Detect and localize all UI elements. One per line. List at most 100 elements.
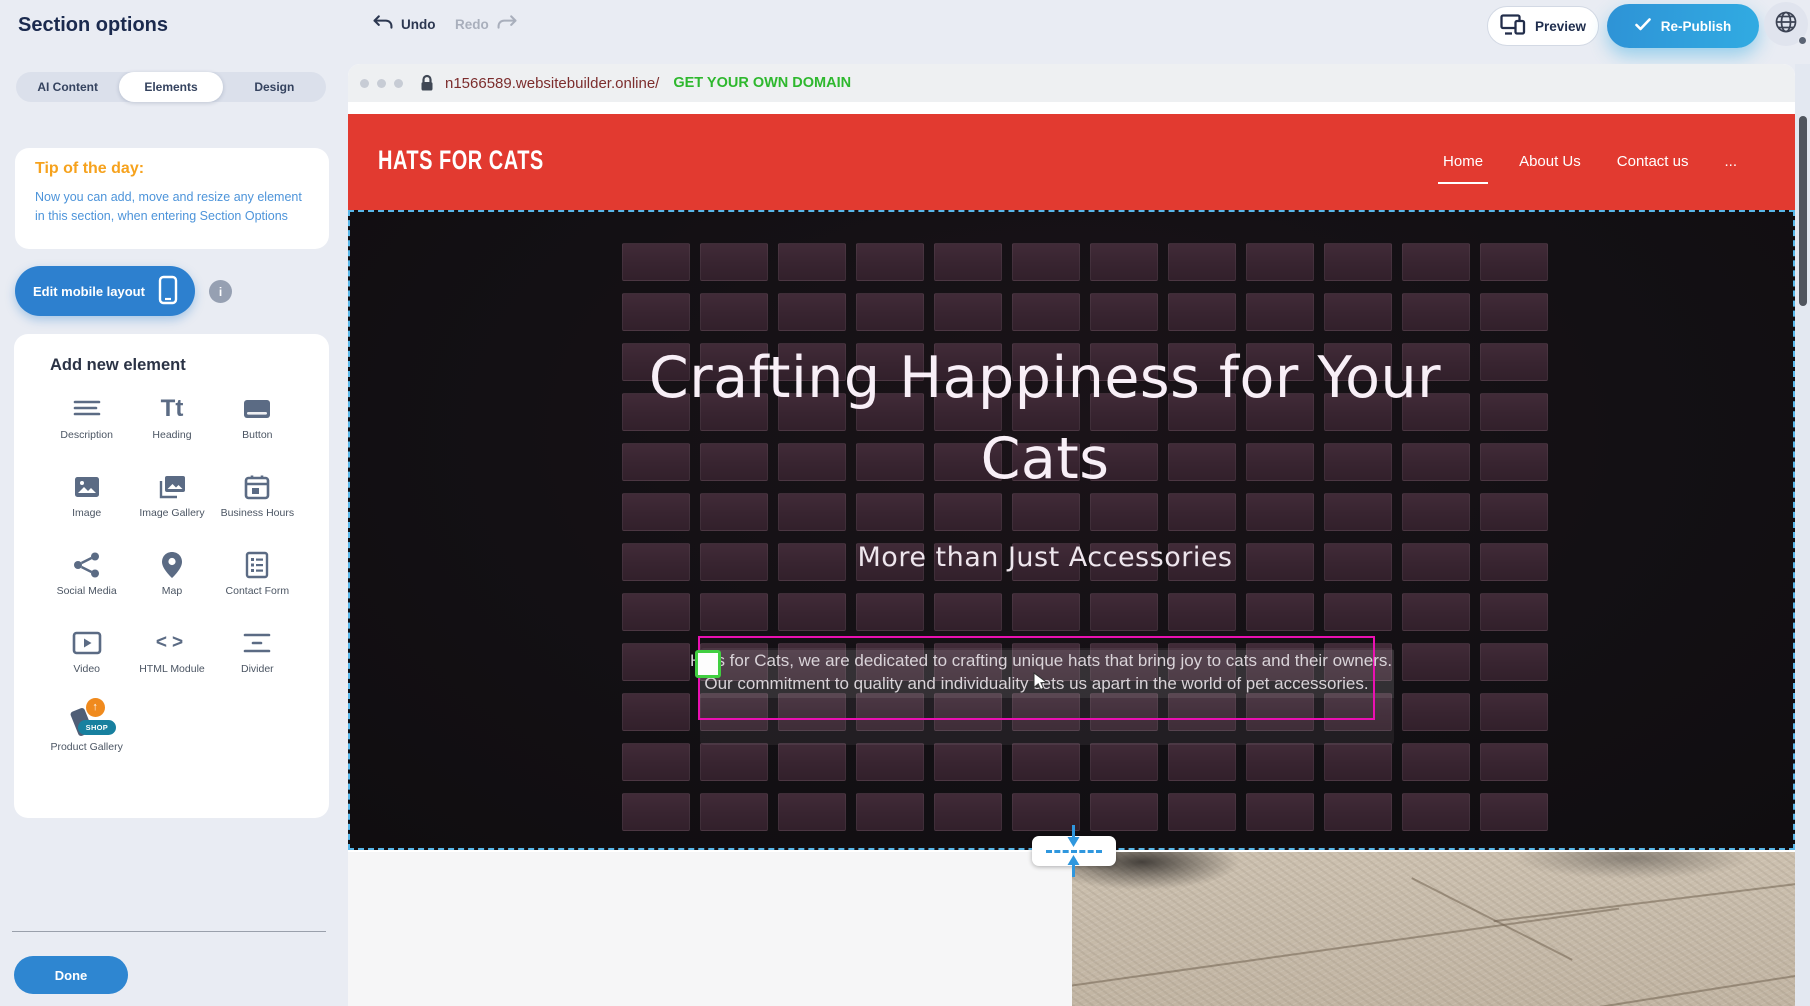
undo-button[interactable]: Undo	[372, 15, 436, 33]
element-contact-form[interactable]: Contact Form	[215, 548, 300, 612]
hero-tile	[700, 793, 768, 831]
tab-elements[interactable]: Elements	[119, 72, 222, 102]
arrow-up-icon	[1066, 854, 1081, 883]
info-icon[interactable]: i	[209, 280, 232, 303]
element-label: Heading	[152, 428, 191, 442]
nav-home[interactable]: Home	[1443, 153, 1483, 172]
element-divider[interactable]: Divider	[215, 626, 300, 690]
hero-tile	[700, 243, 768, 281]
html-module-icon: <>	[156, 626, 188, 660]
hero-tile	[778, 743, 846, 781]
element-label: Map	[162, 584, 182, 598]
preview-label: Preview	[1535, 19, 1586, 34]
nav-more[interactable]: ...	[1724, 153, 1737, 172]
hero-tile	[1012, 593, 1080, 631]
devices-icon	[1500, 14, 1526, 38]
hero-tile	[1168, 793, 1236, 831]
business-hours-icon	[243, 470, 271, 504]
element-label: Description	[60, 428, 113, 442]
element-label: Image	[72, 506, 101, 520]
element-button[interactable]: Button	[215, 392, 300, 456]
element-label: Video	[73, 662, 100, 676]
done-label: Done	[55, 968, 88, 983]
product-gallery-icon: ↑SHOP	[65, 704, 109, 738]
tip-body: Now you can add, move and resize any ele…	[35, 188, 311, 227]
hero-tile	[1246, 793, 1314, 831]
site-header[interactable]: HATS FOR CATS Home About Us Contact us...	[348, 114, 1795, 210]
hero-tile	[1402, 793, 1470, 831]
phone-icon	[157, 275, 179, 308]
hero-tile	[1480, 743, 1548, 781]
edit-mobile-layout-label: Edit mobile layout	[33, 284, 145, 299]
hero-tile	[622, 293, 690, 331]
element-heading[interactable]: TtHeading	[129, 392, 214, 456]
arrow-down-icon	[1066, 824, 1081, 853]
hero-tile	[1090, 743, 1158, 781]
nav-contact-us[interactable]: Contact us	[1617, 153, 1689, 172]
republish-button[interactable]: Re-Publish	[1607, 4, 1759, 48]
element-resize-handle[interactable]	[695, 650, 721, 678]
globe-icon	[1774, 10, 1798, 39]
site-url: n1566589.websitebuilder.online/	[445, 75, 659, 92]
redo-button[interactable]: Redo	[455, 15, 518, 33]
browser-url-bar: n1566589.websitebuilder.online/ GET YOUR…	[348, 64, 1795, 102]
hero-tile	[1480, 693, 1548, 731]
element-video[interactable]: Video	[44, 626, 129, 690]
add-element-panel: Add new element Description TtHeading Butt…	[14, 334, 329, 818]
element-description[interactable]: Description	[44, 392, 129, 456]
hero-tile	[1246, 593, 1314, 631]
hero-tile	[778, 293, 846, 331]
hero-heading[interactable]: Crafting Happiness for Your Cats	[600, 338, 1490, 500]
element-business-hours[interactable]: Business Hours	[215, 470, 300, 534]
hero-tile	[1480, 543, 1548, 581]
tab-design[interactable]: Design	[223, 72, 326, 102]
done-button[interactable]: Done	[14, 956, 128, 994]
element-image-gallery[interactable]: Image Gallery	[129, 470, 214, 534]
hero-tile	[1090, 243, 1158, 281]
hero-tile	[622, 693, 690, 731]
add-element-title: Add new element	[50, 356, 186, 375]
site-logo: HATS FOR CATS	[378, 146, 544, 177]
scrollbar-thumb[interactable]	[1799, 116, 1807, 306]
element-label: Business Hours	[221, 506, 295, 520]
check-icon	[1635, 18, 1651, 34]
hero-tile	[934, 293, 1002, 331]
get-domain-link[interactable]: GET YOUR OWN DOMAIN	[673, 75, 851, 91]
hero-tile	[1246, 293, 1314, 331]
hero-subheading[interactable]: More than Just Accessories	[600, 542, 1490, 573]
hero-tile	[1480, 393, 1548, 431]
next-section-background	[348, 852, 1072, 1006]
preview-button[interactable]: Preview	[1487, 6, 1599, 46]
floor-seam	[1072, 908, 1619, 991]
contact-form-icon	[244, 548, 270, 582]
hero-tile	[1480, 593, 1548, 631]
redo-icon	[496, 15, 518, 33]
button-icon	[242, 392, 272, 426]
hero-tile	[1090, 293, 1158, 331]
element-html-module[interactable]: <>HTML Module	[129, 626, 214, 690]
page-title: Section options	[18, 14, 168, 37]
hero-tile	[934, 793, 1002, 831]
hero-tile	[1402, 743, 1470, 781]
hero-tile	[1402, 243, 1470, 281]
nav-about-us[interactable]: About Us	[1519, 153, 1581, 172]
element-label: Divider	[241, 662, 274, 676]
element-social-media[interactable]: Social Media	[44, 548, 129, 612]
site-nav: Home About Us Contact us...	[1443, 114, 1737, 210]
hero-tile	[700, 743, 768, 781]
element-label: Button	[242, 428, 272, 442]
element-label: Image Gallery	[139, 506, 204, 520]
hero-tile	[856, 293, 924, 331]
hero-tile	[856, 593, 924, 631]
element-product-gallery[interactable]: ↑SHOPProduct Gallery	[44, 704, 129, 768]
hero-tile	[856, 743, 924, 781]
tab-ai-content[interactable]: AI Content	[16, 72, 119, 102]
element-image[interactable]: Image	[44, 470, 129, 534]
element-map[interactable]: Map	[129, 548, 214, 612]
hero-tile	[1168, 743, 1236, 781]
hero-tile	[1246, 243, 1314, 281]
hero-tile	[1480, 643, 1548, 681]
hero-section[interactable]: Crafting Happiness for Your Cats More th…	[348, 210, 1795, 850]
hero-tile	[1402, 293, 1470, 331]
edit-mobile-layout-button[interactable]: Edit mobile layout	[15, 266, 195, 316]
